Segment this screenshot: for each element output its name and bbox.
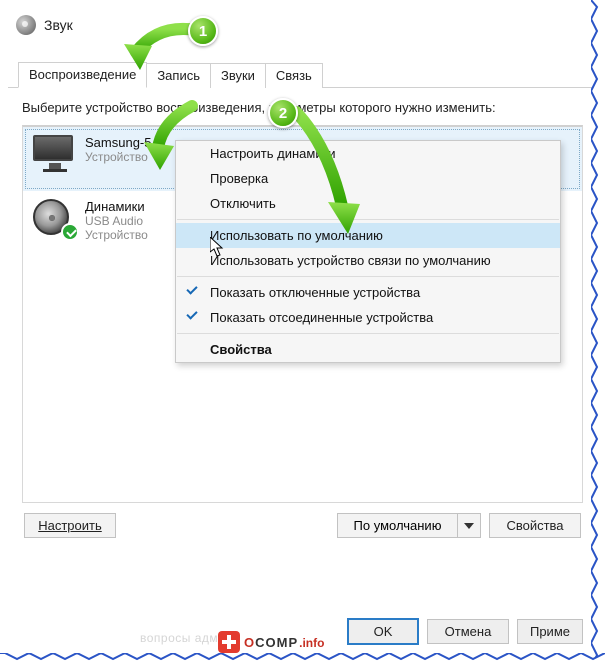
watermark-suffix: .info — [299, 636, 324, 650]
device-text: Samsung-5 Устройство — [85, 135, 151, 164]
dialog-buttons: OK Отмена Приме — [347, 618, 583, 645]
default-split-button[interactable]: По умолчанию — [337, 513, 481, 538]
ctx-test[interactable]: Проверка — [176, 166, 560, 191]
window-title: Звук — [44, 17, 73, 33]
properties-button[interactable]: Свойства — [489, 513, 581, 538]
volume-icon — [16, 15, 36, 35]
lower-button-row: Настроить По умолчанию Свойства — [22, 503, 583, 538]
tab-playback[interactable]: Воспроизведение — [18, 62, 147, 88]
device-line: Устройство — [85, 228, 148, 242]
watermark-brand-first: O — [244, 635, 255, 650]
watermark-plus-icon — [218, 631, 240, 653]
ctx-disable[interactable]: Отключить — [176, 191, 560, 216]
cursor-icon — [210, 237, 224, 257]
titlebar: Звук — [8, 8, 597, 42]
tab-communications[interactable]: Связь — [265, 63, 323, 88]
chevron-down-icon — [464, 523, 474, 529]
tab-sounds[interactable]: Звуки — [210, 63, 266, 88]
context-menu: Настроить динамики Проверка Отключить Ис… — [175, 140, 561, 363]
device-line: Устройство — [85, 150, 151, 164]
torn-edge-right — [591, 0, 605, 667]
watermark-brand-rest: COMP — [255, 635, 298, 650]
watermark: OCOMP.info — [218, 630, 324, 653]
ctx-show-disabled[interactable]: Показать отключенные устройства — [176, 280, 560, 305]
default-button-main[interactable]: По умолчанию — [337, 513, 457, 538]
ctx-configure-speakers[interactable]: Настроить динамики — [176, 141, 560, 166]
tabstrip: Воспроизведение Запись Звуки Связь — [8, 60, 597, 88]
ctx-separator — [177, 219, 559, 220]
instruction-text: Выберите устройство воспроизведения, пар… — [22, 100, 583, 115]
device-name: Динамики — [85, 199, 148, 214]
device-name: Samsung-5 — [85, 135, 151, 150]
default-check-icon — [61, 223, 79, 241]
ctx-set-default-comm[interactable]: Использовать устройство связи по умолчан… — [176, 248, 560, 273]
ctx-set-default[interactable]: Использовать по умолчанию — [176, 223, 560, 248]
step-badge-2: 2 — [268, 98, 298, 128]
configure-button[interactable]: Настроить — [24, 513, 116, 538]
ctx-separator — [177, 276, 559, 277]
ctx-properties[interactable]: Свойства — [176, 337, 560, 362]
default-button-dropdown[interactable] — [457, 513, 481, 538]
ok-button[interactable]: OK — [347, 618, 419, 645]
apply-button[interactable]: Приме — [517, 619, 583, 644]
ctx-separator — [177, 333, 559, 334]
cancel-button[interactable]: Отмена — [427, 619, 509, 644]
speaker-icon — [33, 199, 75, 237]
device-text: Динамики USB Audio Устройство — [85, 199, 148, 243]
ctx-show-disconnected[interactable]: Показать отсоединенные устройства — [176, 305, 560, 330]
monitor-icon — [33, 135, 75, 173]
watermark-text: OCOMP.info — [244, 630, 324, 653]
device-line: USB Audio — [85, 214, 148, 228]
tab-record[interactable]: Запись — [146, 63, 211, 88]
torn-edge-bottom — [0, 653, 605, 667]
configure-label: Настроить — [38, 518, 102, 533]
step-badge-1: 1 — [188, 16, 218, 46]
